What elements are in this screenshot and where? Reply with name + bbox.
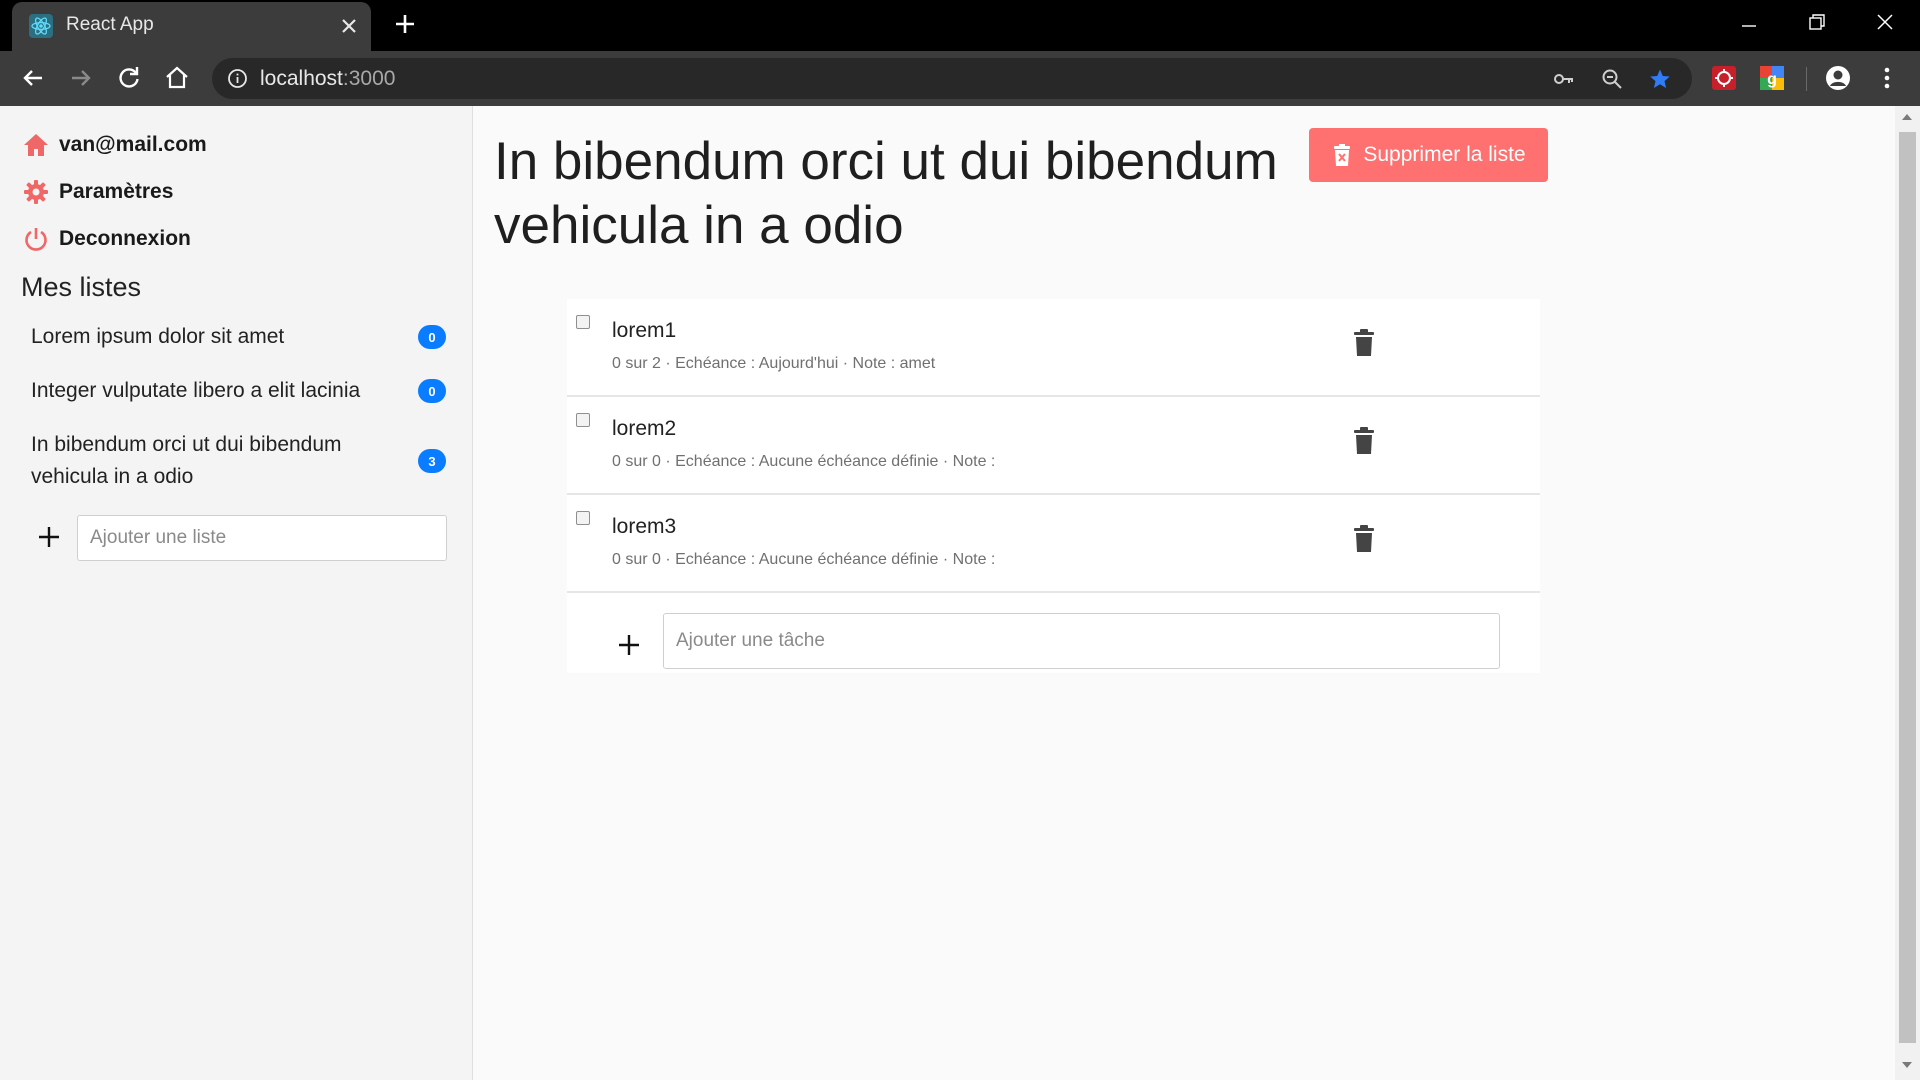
react-icon: [29, 14, 53, 38]
zoom-out-icon[interactable]: [1600, 67, 1624, 91]
reload-icon[interactable]: [114, 63, 144, 93]
scrollbar[interactable]: [1895, 106, 1920, 1080]
list-count-badge: 0: [418, 325, 446, 349]
settings-link[interactable]: Paramètres: [22, 178, 173, 206]
svg-text:g: g: [1767, 71, 1777, 88]
home-icon: [24, 134, 48, 156]
trash-icon[interactable]: [1353, 525, 1375, 553]
logout-label: Deconnexion: [59, 227, 191, 250]
task-meta: 0 sur 2 · Echéance : Aujourd'hui · Note …: [612, 355, 936, 372]
add-list-input[interactable]: [77, 515, 447, 561]
plus-icon[interactable]: [617, 633, 641, 657]
gear-icon: [24, 180, 48, 204]
more-icon[interactable]: [1874, 65, 1900, 91]
user-link[interactable]: van@mail.com: [22, 131, 207, 159]
delete-list-label: Supprimer la liste: [1363, 143, 1526, 166]
restore-icon[interactable]: [1805, 10, 1829, 34]
back-icon[interactable]: [18, 63, 48, 93]
list-count-badge: 3: [418, 449, 446, 473]
window-close-icon[interactable]: [1873, 10, 1897, 34]
close-icon[interactable]: [336, 13, 362, 39]
task-list: lorem1 0 sur 2 · Echéance : Aujourd'hui …: [567, 299, 1540, 673]
address-bar[interactable]: localhost:3000: [212, 58, 1692, 99]
task-row: lorem2 0 sur 0 · Echéance : Aucune échéa…: [567, 397, 1540, 495]
extension-icon[interactable]: [1711, 65, 1737, 91]
tab-title: React App: [66, 14, 154, 35]
list-item-label: Lorem ipsum dolor sit amet: [31, 325, 285, 348]
user-email: van@mail.com: [59, 133, 207, 156]
key-icon[interactable]: [1552, 67, 1576, 91]
new-tab-plus-icon[interactable]: [392, 11, 418, 37]
list-item[interactable]: Integer vulputate libero a elit lacinia …: [31, 375, 446, 407]
task-row: lorem3 0 sur 0 · Echéance : Aucune échéa…: [567, 495, 1540, 593]
add-task-input[interactable]: [663, 613, 1500, 669]
lists-heading: Mes listes: [21, 272, 142, 302]
scroll-up-arrow-icon[interactable]: [1901, 112, 1913, 122]
scroll-down-arrow-icon[interactable]: [1901, 1060, 1913, 1070]
settings-label: Paramètres: [59, 180, 174, 203]
plus-icon[interactable]: [36, 524, 62, 550]
task-name[interactable]: lorem3: [612, 515, 676, 539]
account-icon[interactable]: [1825, 65, 1851, 91]
list-item-active[interactable]: In bibendum orci ut dui bibendum vehicul…: [31, 429, 446, 493]
task-checkbox[interactable]: [576, 511, 590, 525]
task-checkbox[interactable]: [576, 413, 590, 427]
delete-list-button[interactable]: Supprimer la liste: [1309, 128, 1548, 182]
task-checkbox[interactable]: [576, 315, 590, 329]
task-row: lorem1 0 sur 2 · Echéance : Aujourd'hui …: [567, 299, 1540, 397]
home-icon[interactable]: [162, 63, 192, 93]
star-icon[interactable]: [1648, 67, 1672, 91]
page-title: In bibendum orci ut dui bibendum vehicul…: [494, 132, 1278, 255]
task-meta: 0 sur 0 · Echéance : Aucune échéance déf…: [612, 453, 996, 470]
list-item-label: In bibendum orci ut dui bibendum vehicul…: [31, 433, 342, 488]
url-text: localhost:3000: [260, 67, 396, 90]
info-icon[interactable]: [227, 68, 248, 89]
logout-link[interactable]: Deconnexion: [22, 225, 191, 253]
page: van@mail.com Paramètres Deconnexion Mes …: [0, 106, 1920, 1080]
browser-tab-bar: React App: [0, 0, 1920, 51]
task-meta: 0 sur 0 · Echéance : Aucune échéance déf…: [612, 551, 996, 568]
sidebar: van@mail.com Paramètres Deconnexion Mes …: [0, 106, 473, 1080]
list-item-label: Integer vulputate libero a elit lacinia: [31, 379, 361, 402]
task-name[interactable]: lorem1: [612, 319, 676, 343]
forward-icon[interactable]: [66, 63, 96, 93]
list-count-badge: 0: [418, 379, 446, 403]
trash-icon[interactable]: [1353, 427, 1375, 455]
scroll-thumb[interactable]: [1899, 132, 1916, 1043]
trash-icon[interactable]: [1353, 329, 1375, 357]
toolbar-separator: [1806, 67, 1807, 91]
task-name[interactable]: lorem2: [612, 417, 676, 441]
power-icon: [25, 228, 47, 251]
browser-toolbar: localhost:3000 g: [0, 51, 1920, 106]
google-extension-icon[interactable]: g: [1759, 65, 1785, 91]
list-item[interactable]: Lorem ipsum dolor sit amet 0: [31, 321, 446, 353]
minimize-icon[interactable]: [1737, 14, 1761, 38]
trash-x-icon: [1334, 144, 1351, 166]
browser-tab[interactable]: React App: [12, 2, 371, 51]
